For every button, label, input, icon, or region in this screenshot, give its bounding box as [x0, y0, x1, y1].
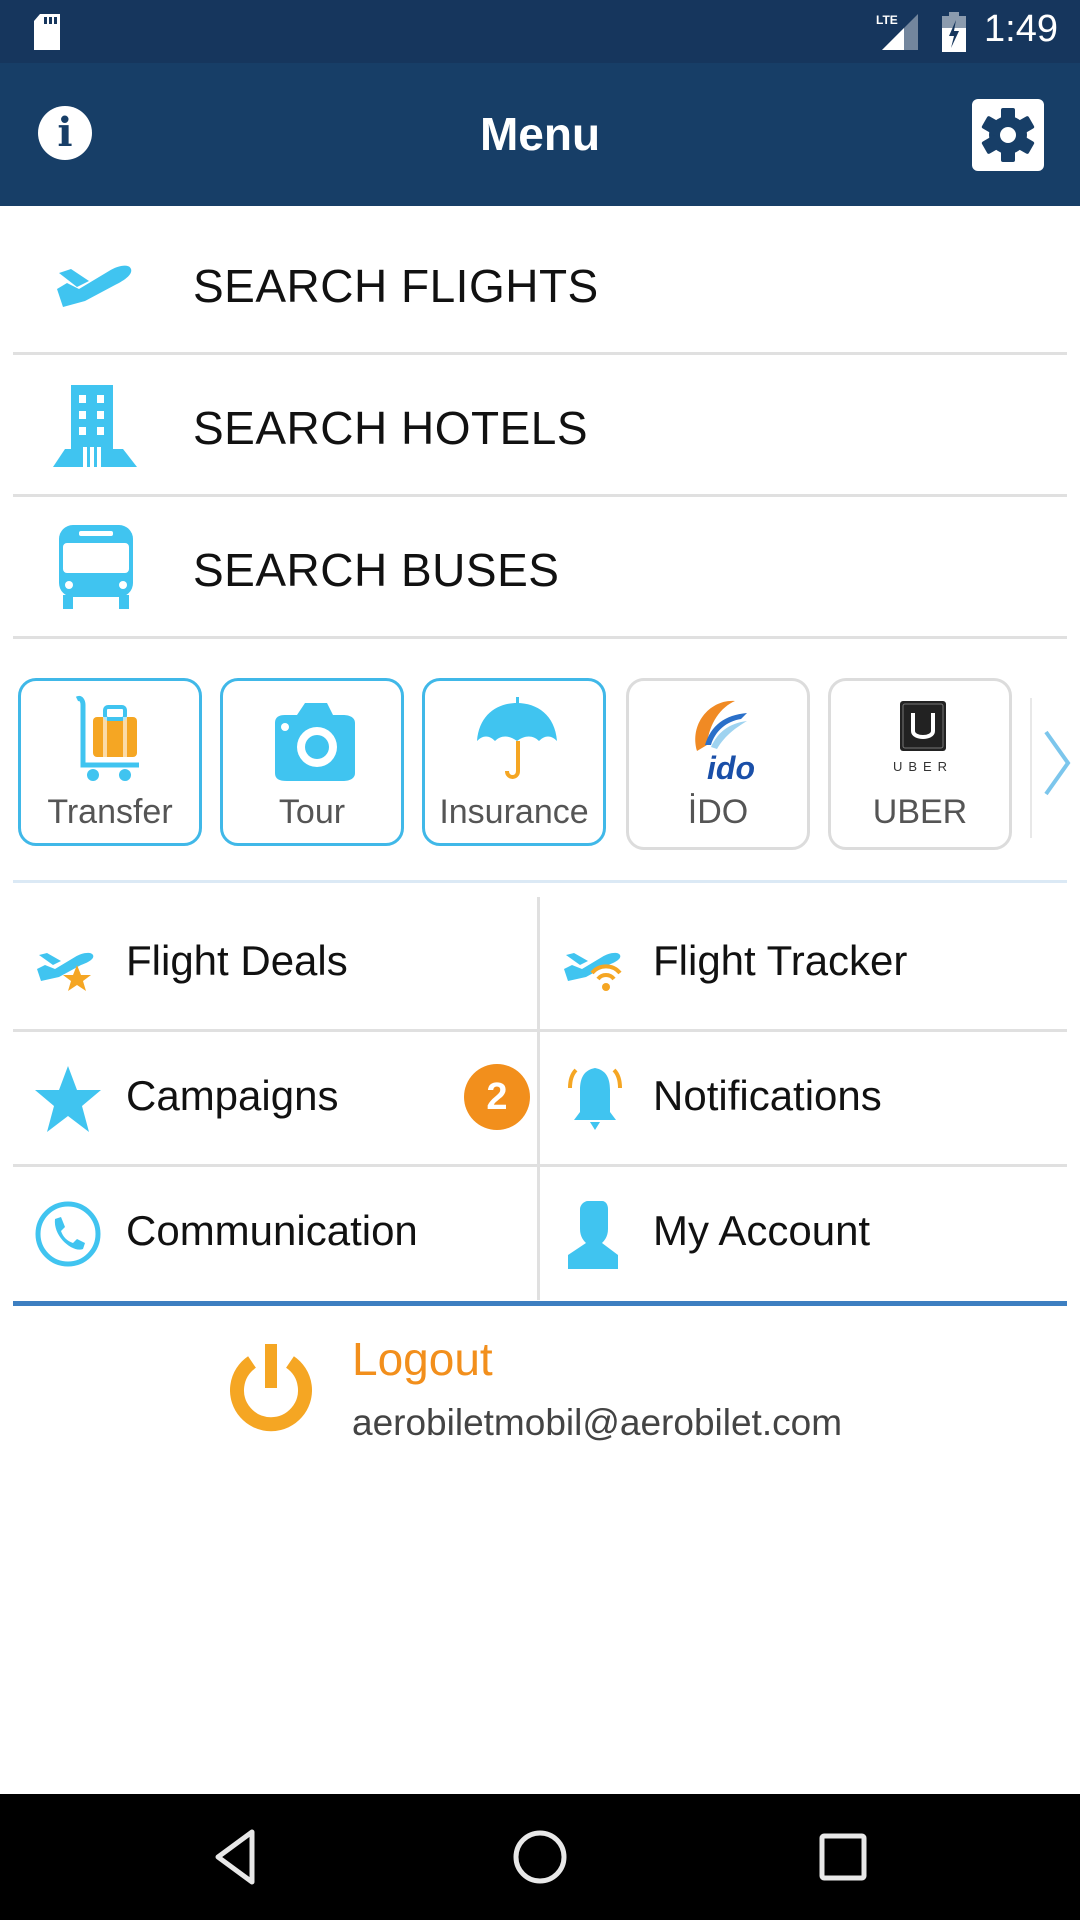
svg-text:LTE: LTE — [876, 13, 898, 27]
flight-tracker-icon — [564, 952, 622, 991]
gear-icon — [981, 108, 1035, 162]
divider — [13, 1164, 1067, 1167]
logout-button[interactable]: Logout aerobiletmobil@aerobilet.com — [220, 1320, 920, 1450]
my-account-label: My Account — [653, 1207, 871, 1254]
bell-icon — [568, 1068, 622, 1130]
search-hotels-label: SEARCH HOTELS — [193, 402, 589, 454]
services-carousel[interactable]: Transfer Tour Insurance ido İDO UBER UBE… — [0, 660, 1080, 860]
notifications-label: Notifications — [653, 1072, 882, 1119]
hotel-building-icon — [53, 385, 137, 467]
umbrella-icon — [477, 697, 557, 779]
svg-text:UBER: UBER — [893, 759, 953, 774]
power-icon — [230, 1344, 312, 1432]
service-tour-label: Tour — [278, 793, 346, 831]
communication-label: Communication — [126, 1207, 418, 1254]
back-icon[interactable] — [204, 1824, 270, 1890]
service-uber[interactable]: UBER UBER — [828, 678, 1012, 850]
divider — [13, 1301, 1067, 1306]
svg-text:ido: ido — [707, 750, 755, 785]
flight-tracker-item[interactable]: Flight Tracker — [540, 895, 1067, 1030]
phone-icon — [35, 1201, 101, 1267]
uber-logo-icon: UBER — [893, 701, 953, 774]
notifications-item[interactable]: Notifications — [540, 1030, 1067, 1165]
system-nav-bar — [0, 1794, 1080, 1920]
bus-icon — [59, 525, 133, 609]
ido-logo-icon: ido — [695, 700, 755, 785]
signal-icon: LTE — [876, 13, 918, 50]
service-insurance[interactable]: Insurance — [422, 678, 606, 846]
search-hotels-item[interactable]: SEARCH HOTELS — [13, 355, 1067, 497]
campaigns-item[interactable]: Campaigns — [13, 1030, 540, 1165]
service-ido-label: İDO — [687, 793, 749, 831]
recents-icon[interactable] — [810, 1824, 876, 1890]
page-title: Menu — [479, 108, 601, 160]
flight-tracker-label: Flight Tracker — [653, 937, 908, 984]
campaigns-label: Campaigns — [126, 1072, 339, 1119]
clock: 1:49 — [984, 8, 1058, 50]
service-uber-label: UBER — [872, 793, 968, 831]
battery-charging-icon — [942, 12, 966, 52]
flight-deals-icon — [37, 952, 94, 991]
chevron-right-icon[interactable] — [1040, 728, 1074, 798]
status-bar: LTE 1:49 — [0, 0, 1080, 63]
search-buses-label: SEARCH BUSES — [193, 544, 560, 596]
star-icon — [35, 1066, 101, 1132]
service-transfer[interactable]: Transfer — [18, 678, 202, 846]
logout-label: Logout — [352, 1333, 493, 1385]
sd-card-icon — [34, 14, 60, 50]
service-tour[interactable]: Tour — [220, 678, 404, 846]
strip-divider — [1030, 698, 1032, 838]
campaigns-badge: 2 — [464, 1064, 530, 1130]
toolbar: i Menu — [0, 63, 1080, 206]
luggage-cart-icon — [75, 696, 139, 781]
service-ido[interactable]: ido İDO — [626, 678, 810, 850]
communication-item[interactable]: Communication — [13, 1165, 540, 1300]
user-email: aerobiletmobil@aerobilet.com — [352, 1402, 843, 1443]
search-flights-label: SEARCH FLIGHTS — [193, 260, 599, 312]
divider — [537, 897, 540, 1300]
flight-deals-label: Flight Deals — [126, 937, 348, 984]
camera-icon — [275, 703, 355, 781]
divider — [13, 1029, 1067, 1032]
settings-button[interactable] — [972, 99, 1044, 171]
service-insurance-label: Insurance — [439, 793, 589, 831]
home-icon[interactable] — [507, 1824, 573, 1890]
my-account-item[interactable]: My Account — [540, 1165, 1067, 1300]
user-icon — [568, 1201, 618, 1269]
flight-deals-item[interactable]: Flight Deals — [13, 895, 540, 1030]
divider — [13, 880, 1067, 883]
search-flights-item[interactable]: SEARCH FLIGHTS — [13, 213, 1067, 355]
search-buses-item[interactable]: SEARCH BUSES — [13, 497, 1067, 639]
service-transfer-label: Transfer — [47, 793, 173, 831]
airplane-icon — [57, 265, 132, 307]
